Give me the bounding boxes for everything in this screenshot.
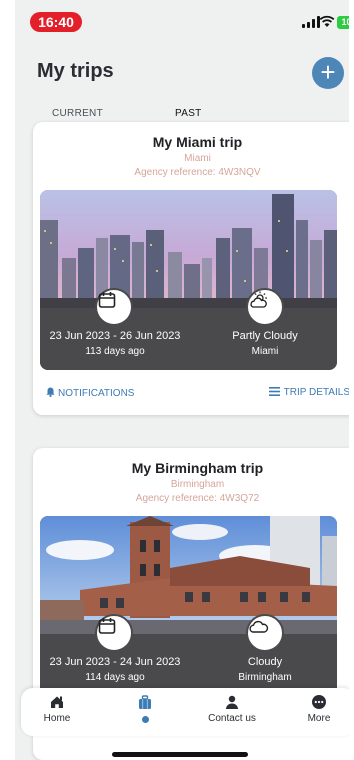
- page-title: My trips: [37, 60, 114, 82]
- nav-trips[interactable]: [110, 694, 180, 723]
- list-icon: [268, 387, 280, 396]
- agency-reference: Agency reference: 4W3NQV: [134, 167, 261, 178]
- nav-more-label: More: [307, 713, 331, 724]
- suitcase-icon: [139, 695, 151, 709]
- trip-card[interactable]: My Miami trip Miami Agency reference: 4W…: [33, 122, 349, 415]
- trip-image: 23 Jun 2023 - 26 Jun 2023 113 days ago P…: [40, 190, 337, 370]
- calendar-icon: [95, 614, 133, 652]
- status-time: 16:40: [30, 12, 82, 32]
- trip-details-label: TRIP DETAILS: [283, 387, 349, 398]
- agency-reference: Agency reference: 4W3Q72: [135, 493, 260, 504]
- days-ago: 113 days ago: [85, 346, 145, 357]
- home-icon: [51, 696, 63, 708]
- days-ago: 114 days ago: [85, 672, 145, 683]
- miami-skyline-image: [40, 190, 337, 310]
- bottom-navigation: Home Contact us More: [21, 688, 349, 736]
- wifi-icon: [319, 15, 335, 27]
- nav-home-label: Home: [43, 713, 71, 724]
- signal-icon: [302, 16, 320, 28]
- notifications-label: NOTIFICATIONS: [58, 388, 135, 399]
- partly-cloudy-icon: [246, 288, 284, 326]
- status-bar: 16:40 100: [15, 0, 349, 38]
- trip-actions: NOTIFICATIONS TRIP DETAILS: [33, 387, 349, 403]
- weather-condition: Partly Cloudy: [232, 330, 298, 342]
- nav-contact-label: Contact us: [208, 713, 256, 724]
- trip-name: My Miami trip: [152, 134, 243, 150]
- trip-city: Birmingham: [170, 479, 225, 490]
- weather-location: Miami: [251, 346, 279, 357]
- nav-contact-us[interactable]: Contact us: [197, 694, 267, 724]
- trip-dates: 23 Jun 2023 - 26 Jun 2023: [49, 330, 181, 342]
- cloud-icon: [246, 614, 284, 652]
- trip-dates: 23 Jun 2023 - 24 Jun 2023: [49, 656, 181, 668]
- home-indicator[interactable]: [112, 752, 248, 757]
- trip-details-button[interactable]: TRIP DETAILS: [268, 387, 349, 398]
- trip-name: My Birmingham trip: [131, 460, 264, 476]
- trip-city: Miami: [184, 153, 211, 164]
- tab-current[interactable]: CURRENT: [52, 108, 103, 119]
- notifications-button[interactable]: NOTIFICATIONS: [46, 387, 134, 399]
- bell-icon: [46, 387, 55, 397]
- phone-screen: 16:40 100 My trips + CURRENT PAST My Mia…: [15, 0, 349, 760]
- weather-condition: Cloudy: [247, 656, 283, 668]
- birmingham-building-image: [40, 516, 337, 636]
- tab-past[interactable]: PAST: [175, 108, 202, 119]
- battery-indicator: 100: [337, 16, 349, 29]
- add-trip-button[interactable]: +: [312, 57, 344, 89]
- active-nav-indicator: [141, 716, 149, 723]
- person-icon: [226, 695, 238, 709]
- nav-home[interactable]: Home: [22, 694, 92, 724]
- weather-location: Birmingham: [238, 672, 292, 683]
- more-icon: [312, 695, 326, 709]
- nav-more[interactable]: More: [284, 694, 349, 724]
- trip-image: 23 Jun 2023 - 24 Jun 2023 114 days ago C…: [40, 516, 337, 696]
- calendar-icon: [95, 288, 133, 326]
